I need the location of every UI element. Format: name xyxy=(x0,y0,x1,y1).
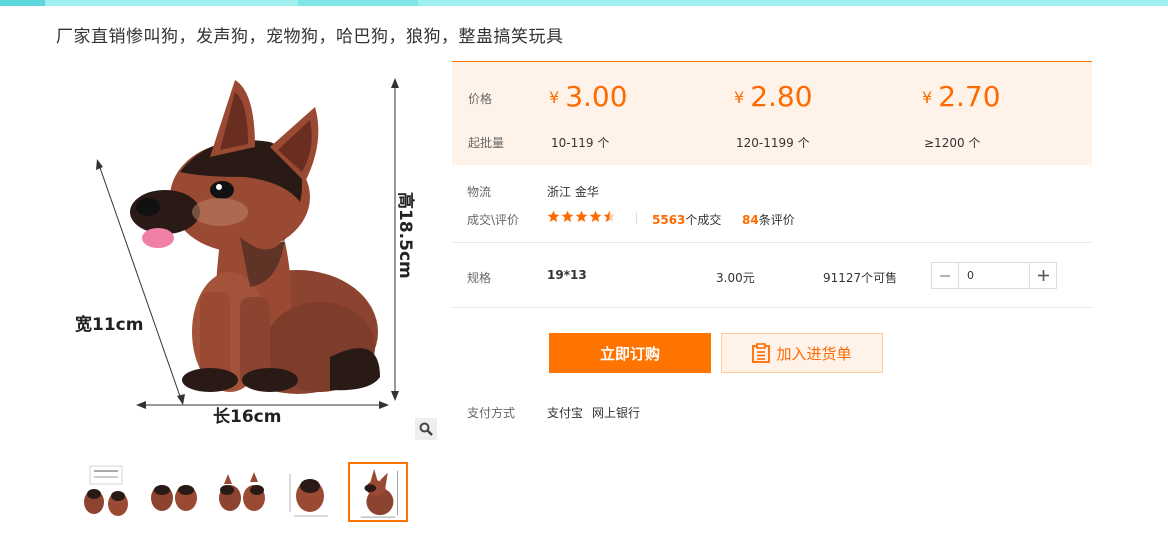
payment-label: 支付方式 xyxy=(467,406,516,420)
currency-symbol: ¥ xyxy=(734,88,745,107)
deals-summary[interactable]: 5563个成交 xyxy=(652,211,721,228)
clipboard-icon xyxy=(752,343,771,363)
increase-button[interactable] xyxy=(1029,263,1056,288)
add-to-cart-label: 加入进货单 xyxy=(776,344,852,363)
quantity-stepper xyxy=(931,262,1057,289)
minus-icon xyxy=(940,274,950,277)
price-value: 3.00 xyxy=(565,80,628,113)
dim-length-label: 长16cm xyxy=(213,406,281,427)
decrease-button[interactable] xyxy=(932,263,959,288)
price-tier-2: ¥2.80 xyxy=(734,80,813,113)
thumbnail-1[interactable] xyxy=(76,462,136,522)
logistics-location: 浙江 金华 xyxy=(547,185,599,199)
price-label: 价格 xyxy=(468,92,493,106)
payment-method-alipay: 支付宝 xyxy=(547,406,584,420)
moq-range-1: 10-119 个 xyxy=(551,136,610,150)
star-icon xyxy=(561,210,574,223)
deals-count: 5563 xyxy=(652,213,686,227)
thumbnail-image xyxy=(84,465,128,516)
thumbnail-image xyxy=(360,468,398,518)
top-color-strip xyxy=(0,0,1168,6)
deals-suffix: 个成交 xyxy=(685,213,722,227)
currency-symbol: ¥ xyxy=(549,88,560,107)
main-product-image[interactable]: 高18.5cm 宽11cm 长16cm xyxy=(70,62,440,442)
thumbnail-image xyxy=(219,472,265,511)
reviews-label: 成交\评价 xyxy=(467,213,520,227)
spec-price: 3.00元 xyxy=(716,271,755,285)
payment-method-bank: 网上银行 xyxy=(592,406,641,420)
top-strip-segment xyxy=(298,0,418,6)
thumbnail-2[interactable] xyxy=(144,462,204,522)
divider xyxy=(636,212,637,224)
star-half-icon xyxy=(603,210,616,223)
star-icon xyxy=(575,210,588,223)
thumbnail-image xyxy=(289,474,328,517)
spec-name: 19*13 xyxy=(547,268,587,282)
price-tier-1: ¥3.00 xyxy=(549,80,628,113)
search-icon xyxy=(419,422,433,436)
dim-width-label: 宽11cm xyxy=(75,314,143,335)
thumbnail-image xyxy=(151,485,197,511)
price-value: 2.70 xyxy=(938,80,1001,113)
divider xyxy=(452,307,1092,308)
review-count: 84 xyxy=(742,213,759,227)
price-value: 2.80 xyxy=(750,80,813,113)
price-tier-3: ¥2.70 xyxy=(922,80,1001,113)
spec-label: 规格 xyxy=(467,271,492,285)
star-icon xyxy=(547,210,560,223)
top-strip-segment xyxy=(0,0,45,6)
spec-stock: 91127个可售 xyxy=(823,271,898,285)
moq-range-3: ≥1200 个 xyxy=(924,136,981,150)
logistics-label: 物流 xyxy=(467,185,492,199)
quantity-input[interactable] xyxy=(959,263,1029,288)
currency-symbol: ¥ xyxy=(922,88,933,107)
plus-icon xyxy=(1037,270,1049,281)
review-suffix: 条评价 xyxy=(758,213,795,227)
thumbnail-4[interactable] xyxy=(280,462,340,522)
zoom-button[interactable] xyxy=(415,418,437,440)
divider xyxy=(452,242,1092,243)
review-summary[interactable]: 84条评价 xyxy=(742,211,795,228)
rating-stars xyxy=(547,210,616,223)
thumbnail-strip xyxy=(76,462,408,522)
dim-height-label: 高18.5cm xyxy=(395,192,416,279)
product-title: 厂家直销惨叫狗，发声狗，宠物狗，哈巴狗，狼狗，整蛊搞笑玩具 xyxy=(56,27,564,47)
moq-label: 起批量 xyxy=(468,136,505,150)
order-now-button[interactable]: 立即订购 xyxy=(549,333,711,373)
add-to-cart-button[interactable]: 加入进货单 xyxy=(721,333,883,373)
dog-toy-illustration: 高18.5cm 宽11cm 长16cm xyxy=(75,78,416,427)
star-icon xyxy=(589,210,602,223)
thumbnail-3[interactable] xyxy=(212,462,272,522)
price-panel: 价格 起批量 ¥3.00 ¥2.80 ¥2.70 10-119 个 120-11… xyxy=(452,61,1092,165)
thumbnail-5[interactable] xyxy=(348,462,408,522)
moq-range-2: 120-1199 个 xyxy=(736,136,810,150)
